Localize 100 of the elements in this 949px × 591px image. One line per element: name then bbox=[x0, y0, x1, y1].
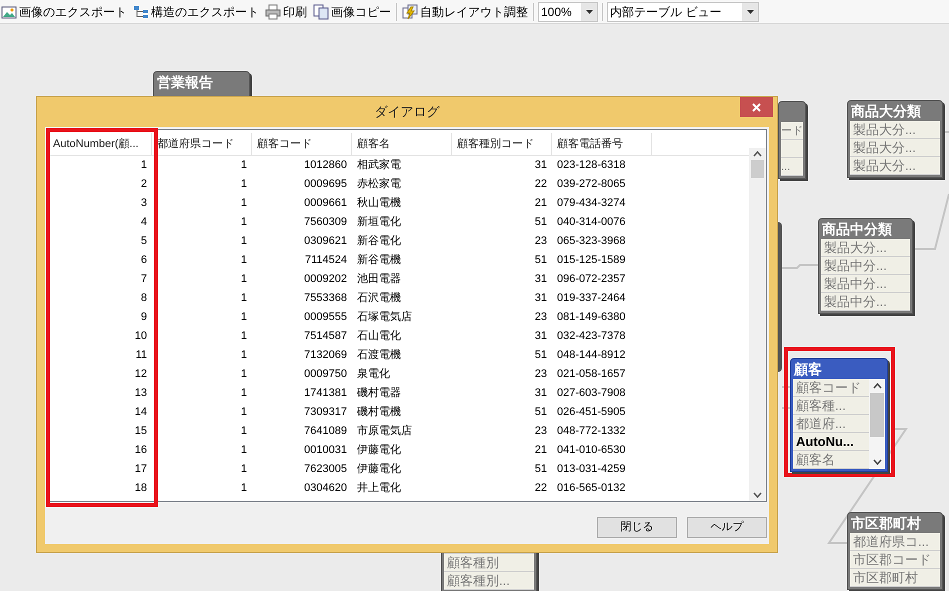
dropdown[interactable]: 内部テーブル ビュー bbox=[607, 2, 759, 22]
table-cell-text: 7623005 bbox=[303, 462, 348, 477]
caret-icon bbox=[746, 10, 754, 14]
field-row[interactable]: 製品大分... bbox=[850, 121, 940, 139]
table-node[interactable]: ード ... bbox=[778, 101, 806, 179]
toolbar-button[interactable]: 自動レイアウト調整 bbox=[401, 2, 529, 22]
table-cell-text: 7 bbox=[140, 272, 148, 287]
field-row[interactable]: 顧客種別 bbox=[444, 554, 534, 572]
close-button[interactable] bbox=[740, 97, 773, 117]
table-cell-text: 021-058-1657 bbox=[556, 367, 627, 382]
table-cell-text: 0304620 bbox=[303, 481, 348, 496]
table-cell-text: 027-603-7908 bbox=[556, 386, 627, 401]
lightning-icon bbox=[402, 4, 418, 20]
table-cell-text: 23 bbox=[534, 367, 548, 382]
table-cell-text: 1 bbox=[240, 215, 248, 230]
table-cell-text: 31 bbox=[534, 386, 548, 401]
table-node[interactable]: 商品大分類 製品大分... 製品大分... 製品大分... bbox=[847, 100, 943, 178]
table-cell-text: 096-072-2357 bbox=[556, 272, 627, 287]
scrollbar[interactable] bbox=[749, 148, 766, 501]
table-node[interactable]: 商品中分類 製品大分... 製品中分... 製品中分... 製品中分... bbox=[818, 218, 913, 314]
table-cell-text: 1 bbox=[240, 272, 248, 287]
dialog-button[interactable]: 閉じる bbox=[597, 517, 677, 538]
table-cell-text: 026-451-5905 bbox=[556, 405, 627, 420]
column-header[interactable]: 都道府県コード bbox=[152, 133, 252, 155]
close-icon bbox=[752, 102, 761, 112]
node-title: 顧客 bbox=[792, 360, 823, 379]
scrollbar[interactable] bbox=[869, 379, 885, 469]
scroll-thumb[interactable] bbox=[751, 160, 764, 178]
table-node[interactable]: 顧客 顧客コード 顧客種... 都道府... AutoNu... 顧客名 bbox=[790, 358, 888, 472]
field-row[interactable]: 製品大分... bbox=[850, 157, 940, 175]
table-cell-text: 1 bbox=[240, 462, 248, 477]
table-cell-text: 市原電気店 bbox=[356, 424, 413, 439]
table-cell-text: 17 bbox=[134, 462, 148, 477]
field-row[interactable]: ード bbox=[781, 122, 803, 140]
table-cell-text: 0010031 bbox=[303, 443, 348, 458]
table-cell-text: 23 bbox=[534, 234, 548, 249]
column-header[interactable]: 顧客種別コード bbox=[452, 133, 552, 155]
field-row[interactable]: ... bbox=[781, 158, 803, 176]
table-cell-text: 7641089 bbox=[303, 424, 348, 439]
dropdown[interactable]: 100% bbox=[538, 2, 598, 22]
table-cell-text: 磯村電機 bbox=[356, 405, 402, 420]
field-row[interactable]: 製品大分... bbox=[821, 239, 910, 257]
table-cell-text: 048-772-1332 bbox=[556, 424, 627, 439]
table-cell-text: 16 bbox=[134, 443, 148, 458]
table-cell-text: 15 bbox=[134, 424, 148, 439]
scroll-thumb[interactable] bbox=[870, 393, 884, 437]
table-cell-text: 041-010-6530 bbox=[556, 443, 627, 458]
table-cell-text: 8 bbox=[140, 291, 148, 306]
node-title: 市区郡町村 bbox=[850, 514, 922, 533]
table-cell-text: 51 bbox=[534, 348, 548, 363]
table-cell-text: 石沢電機 bbox=[356, 291, 402, 306]
column-header[interactable]: 顧客電話番号 bbox=[552, 133, 652, 155]
table-cell-text: 0009750 bbox=[303, 367, 348, 382]
table-cell-text: 石渡電機 bbox=[356, 348, 402, 363]
table-cell-text: 伊藤電化 bbox=[356, 442, 402, 458]
column-header[interactable]: 顧客名 bbox=[352, 133, 452, 155]
field-row[interactable]: 製品中分... bbox=[821, 275, 910, 293]
table-cell-text: 0009695 bbox=[303, 177, 348, 192]
table-cell-text: 31 bbox=[534, 272, 548, 287]
column-header[interactable]: 顧客コード bbox=[252, 133, 352, 155]
column-header[interactable]: AutoNumber(顧... bbox=[48, 133, 152, 155]
field-row[interactable]: 都道府県コ... bbox=[850, 533, 940, 551]
toolbar-button[interactable]: 印刷 bbox=[264, 2, 308, 22]
dialog-button[interactable]: ヘルプ bbox=[687, 517, 767, 538]
table-cell-text: 1 bbox=[240, 196, 248, 211]
field-row[interactable]: 製品中分... bbox=[821, 257, 910, 275]
field-row[interactable]: 製品中分... bbox=[821, 293, 910, 311]
table-cell-text: 5 bbox=[140, 234, 148, 249]
table-cell-text: 1 bbox=[240, 348, 248, 363]
table-cell-text: 0009661 bbox=[303, 196, 348, 211]
table-cell-text: 7309317 bbox=[303, 405, 348, 420]
table-cell-text: 1 bbox=[140, 158, 148, 173]
table-cell-text: 相武家電 bbox=[356, 158, 402, 173]
field-row[interactable]: 顧客種別... bbox=[444, 572, 534, 590]
table-cell-text: 井上電化 bbox=[356, 481, 402, 496]
table-cell-text: 14 bbox=[134, 405, 148, 420]
table-cell-text: 1 bbox=[240, 481, 248, 496]
table-cell-text: 016-565-0132 bbox=[556, 481, 627, 496]
table-cell-text: 1 bbox=[240, 367, 248, 382]
field-row[interactable]: 製品大分... bbox=[850, 139, 940, 157]
toolbar-button[interactable]: 画像コピー bbox=[312, 2, 392, 22]
table-cell-text: 51 bbox=[534, 405, 548, 420]
table-cell-text: 11 bbox=[134, 348, 148, 363]
field-row[interactable]: 市区郡コード bbox=[850, 551, 940, 569]
table-cell-text: 048-144-8912 bbox=[556, 348, 627, 363]
toolbar-button[interactable]: 画像のエクスポート bbox=[0, 2, 128, 22]
table-node[interactable]: 市区郡町村 都道府県コ... 市区郡コード 市区郡町村 bbox=[847, 512, 943, 590]
table-cell-text: 新谷電機 bbox=[356, 252, 402, 268]
toolbar-button[interactable]: 構造のエクスポート bbox=[132, 2, 260, 22]
table-cell-text: 泉電化 bbox=[356, 367, 391, 382]
table-cell-text: 1 bbox=[240, 291, 248, 306]
table-cell-text: 23 bbox=[534, 424, 548, 439]
table-cell-text: 081-149-6380 bbox=[556, 310, 627, 325]
table-cell-text: 石山電化 bbox=[356, 329, 402, 344]
table-cell-text: 6 bbox=[140, 253, 148, 268]
table-cell-text: 21 bbox=[534, 443, 548, 458]
table-cell-text: 1 bbox=[240, 405, 248, 420]
field-row[interactable]: 市区郡町村 bbox=[850, 569, 940, 587]
table-cell-text: 7560309 bbox=[303, 215, 348, 230]
table-cell-text: 23 bbox=[534, 310, 548, 325]
